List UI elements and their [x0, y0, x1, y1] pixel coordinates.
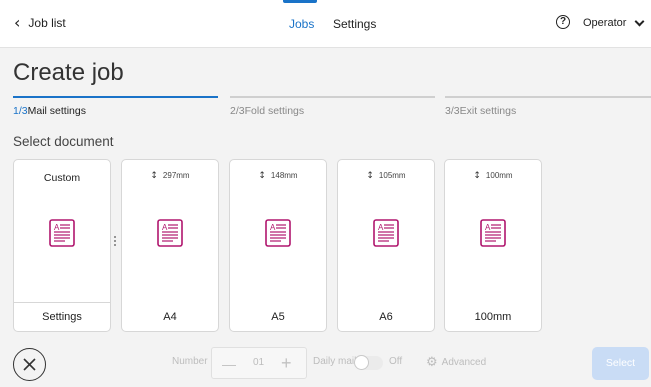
- top-bar: ‹ Job list Jobs Settings ? Operator: [0, 0, 651, 48]
- svg-text:A: A: [162, 223, 168, 232]
- user-menu[interactable]: Operator: [583, 16, 645, 29]
- close-icon: [23, 358, 36, 371]
- card-dimension: ↕ 105mm: [338, 171, 434, 181]
- drag-handle[interactable]: [114, 236, 117, 248]
- document-card-a4[interactable]: ↕ 297mm A A4: [121, 159, 219, 332]
- step-label: Exit settings: [459, 105, 517, 117]
- svg-text:A: A: [54, 223, 60, 232]
- tab-settings[interactable]: Settings: [333, 17, 376, 31]
- active-tab-indicator: [283, 0, 317, 3]
- card-title: Custom: [43, 172, 81, 184]
- card-divider: [14, 302, 110, 303]
- document-icon: A: [373, 219, 399, 247]
- increment-button[interactable]: +: [281, 353, 292, 374]
- document-card-a5[interactable]: ↕ 148mm A A5: [229, 159, 327, 332]
- dimension-value: 148mm: [270, 171, 298, 180]
- decrement-button[interactable]: —: [222, 356, 236, 372]
- card-name: 100mm: [474, 311, 512, 323]
- document-card-100mm[interactable]: ↕ 100mm A 100mm: [444, 159, 542, 332]
- height-arrow-icon: ↕: [366, 171, 374, 181]
- toggle-knob: [354, 355, 369, 370]
- document-icon: A: [265, 219, 291, 247]
- card-name: A6: [379, 311, 393, 323]
- step-2-line: [230, 96, 435, 98]
- daily-mail-label: Daily mail: [313, 356, 357, 367]
- cancel-button[interactable]: [13, 348, 46, 381]
- document-card-a6[interactable]: ↕ 105mm A A6: [337, 159, 435, 332]
- daily-mail-state: Off: [389, 356, 403, 367]
- daily-mail-toggle[interactable]: [354, 355, 383, 370]
- card-name: A5: [271, 311, 285, 323]
- question-circle-icon[interactable]: ?: [556, 15, 570, 29]
- card-dimension: ↕ 100mm: [445, 171, 541, 181]
- step-exit-settings[interactable]: 3/3Exit settings: [445, 105, 516, 117]
- step-number: 1/3: [13, 105, 28, 117]
- step-3-line: [445, 96, 651, 98]
- back-label: Job list: [28, 16, 66, 30]
- card-settings-button[interactable]: Settings: [14, 311, 110, 323]
- number-label: Number: [172, 356, 208, 367]
- step-label: Fold settings: [244, 105, 305, 117]
- advanced-label: Advanced: [441, 357, 487, 368]
- step-mail-settings[interactable]: 1/3Mail settings: [13, 105, 86, 117]
- chevron-left-icon: ‹: [14, 13, 21, 32]
- dimension-value: 105mm: [378, 171, 406, 180]
- document-card-custom[interactable]: Custom A Settings: [13, 159, 111, 332]
- card-name: A4: [163, 311, 177, 323]
- step-number: 3/3: [445, 105, 460, 117]
- step-label: Mail settings: [27, 105, 86, 117]
- svg-text:A: A: [270, 223, 276, 232]
- card-dimension: ↕ 148mm: [230, 171, 326, 181]
- document-icon: A: [480, 219, 506, 247]
- section-label: Select document: [13, 134, 114, 149]
- back-to-job-list-button[interactable]: ‹ Job list: [14, 13, 66, 32]
- dimension-value: 100mm: [485, 171, 513, 180]
- quantity-stepper: — 01 +: [211, 347, 307, 379]
- height-arrow-icon: ↕: [150, 171, 158, 181]
- step-progress: 1/3Mail settings 2/3Fold settings 3/3Exi…: [13, 96, 651, 120]
- step-1-line: [13, 96, 218, 98]
- tab-jobs[interactable]: Jobs: [289, 17, 314, 31]
- page-title: Create job: [13, 59, 124, 86]
- step-fold-settings[interactable]: 2/3Fold settings: [230, 105, 304, 117]
- svg-text:A: A: [485, 223, 491, 232]
- document-icon: A: [49, 219, 75, 247]
- advanced-button[interactable]: ⚙ Advanced: [426, 355, 486, 370]
- gear-icon: ⚙: [426, 355, 438, 370]
- select-button[interactable]: Select: [592, 347, 649, 380]
- svg-text:A: A: [378, 223, 384, 232]
- dimension-value: 297mm: [162, 171, 190, 180]
- chevron-down-icon: [634, 16, 645, 26]
- step-number: 2/3: [230, 105, 245, 117]
- height-arrow-icon: ↕: [258, 171, 266, 181]
- document-icon: A: [157, 219, 183, 247]
- card-dimension: ↕ 297mm: [122, 171, 218, 181]
- user-label: Operator: [583, 17, 627, 29]
- height-arrow-icon: ↕: [473, 171, 481, 181]
- number-value[interactable]: 01: [253, 357, 264, 368]
